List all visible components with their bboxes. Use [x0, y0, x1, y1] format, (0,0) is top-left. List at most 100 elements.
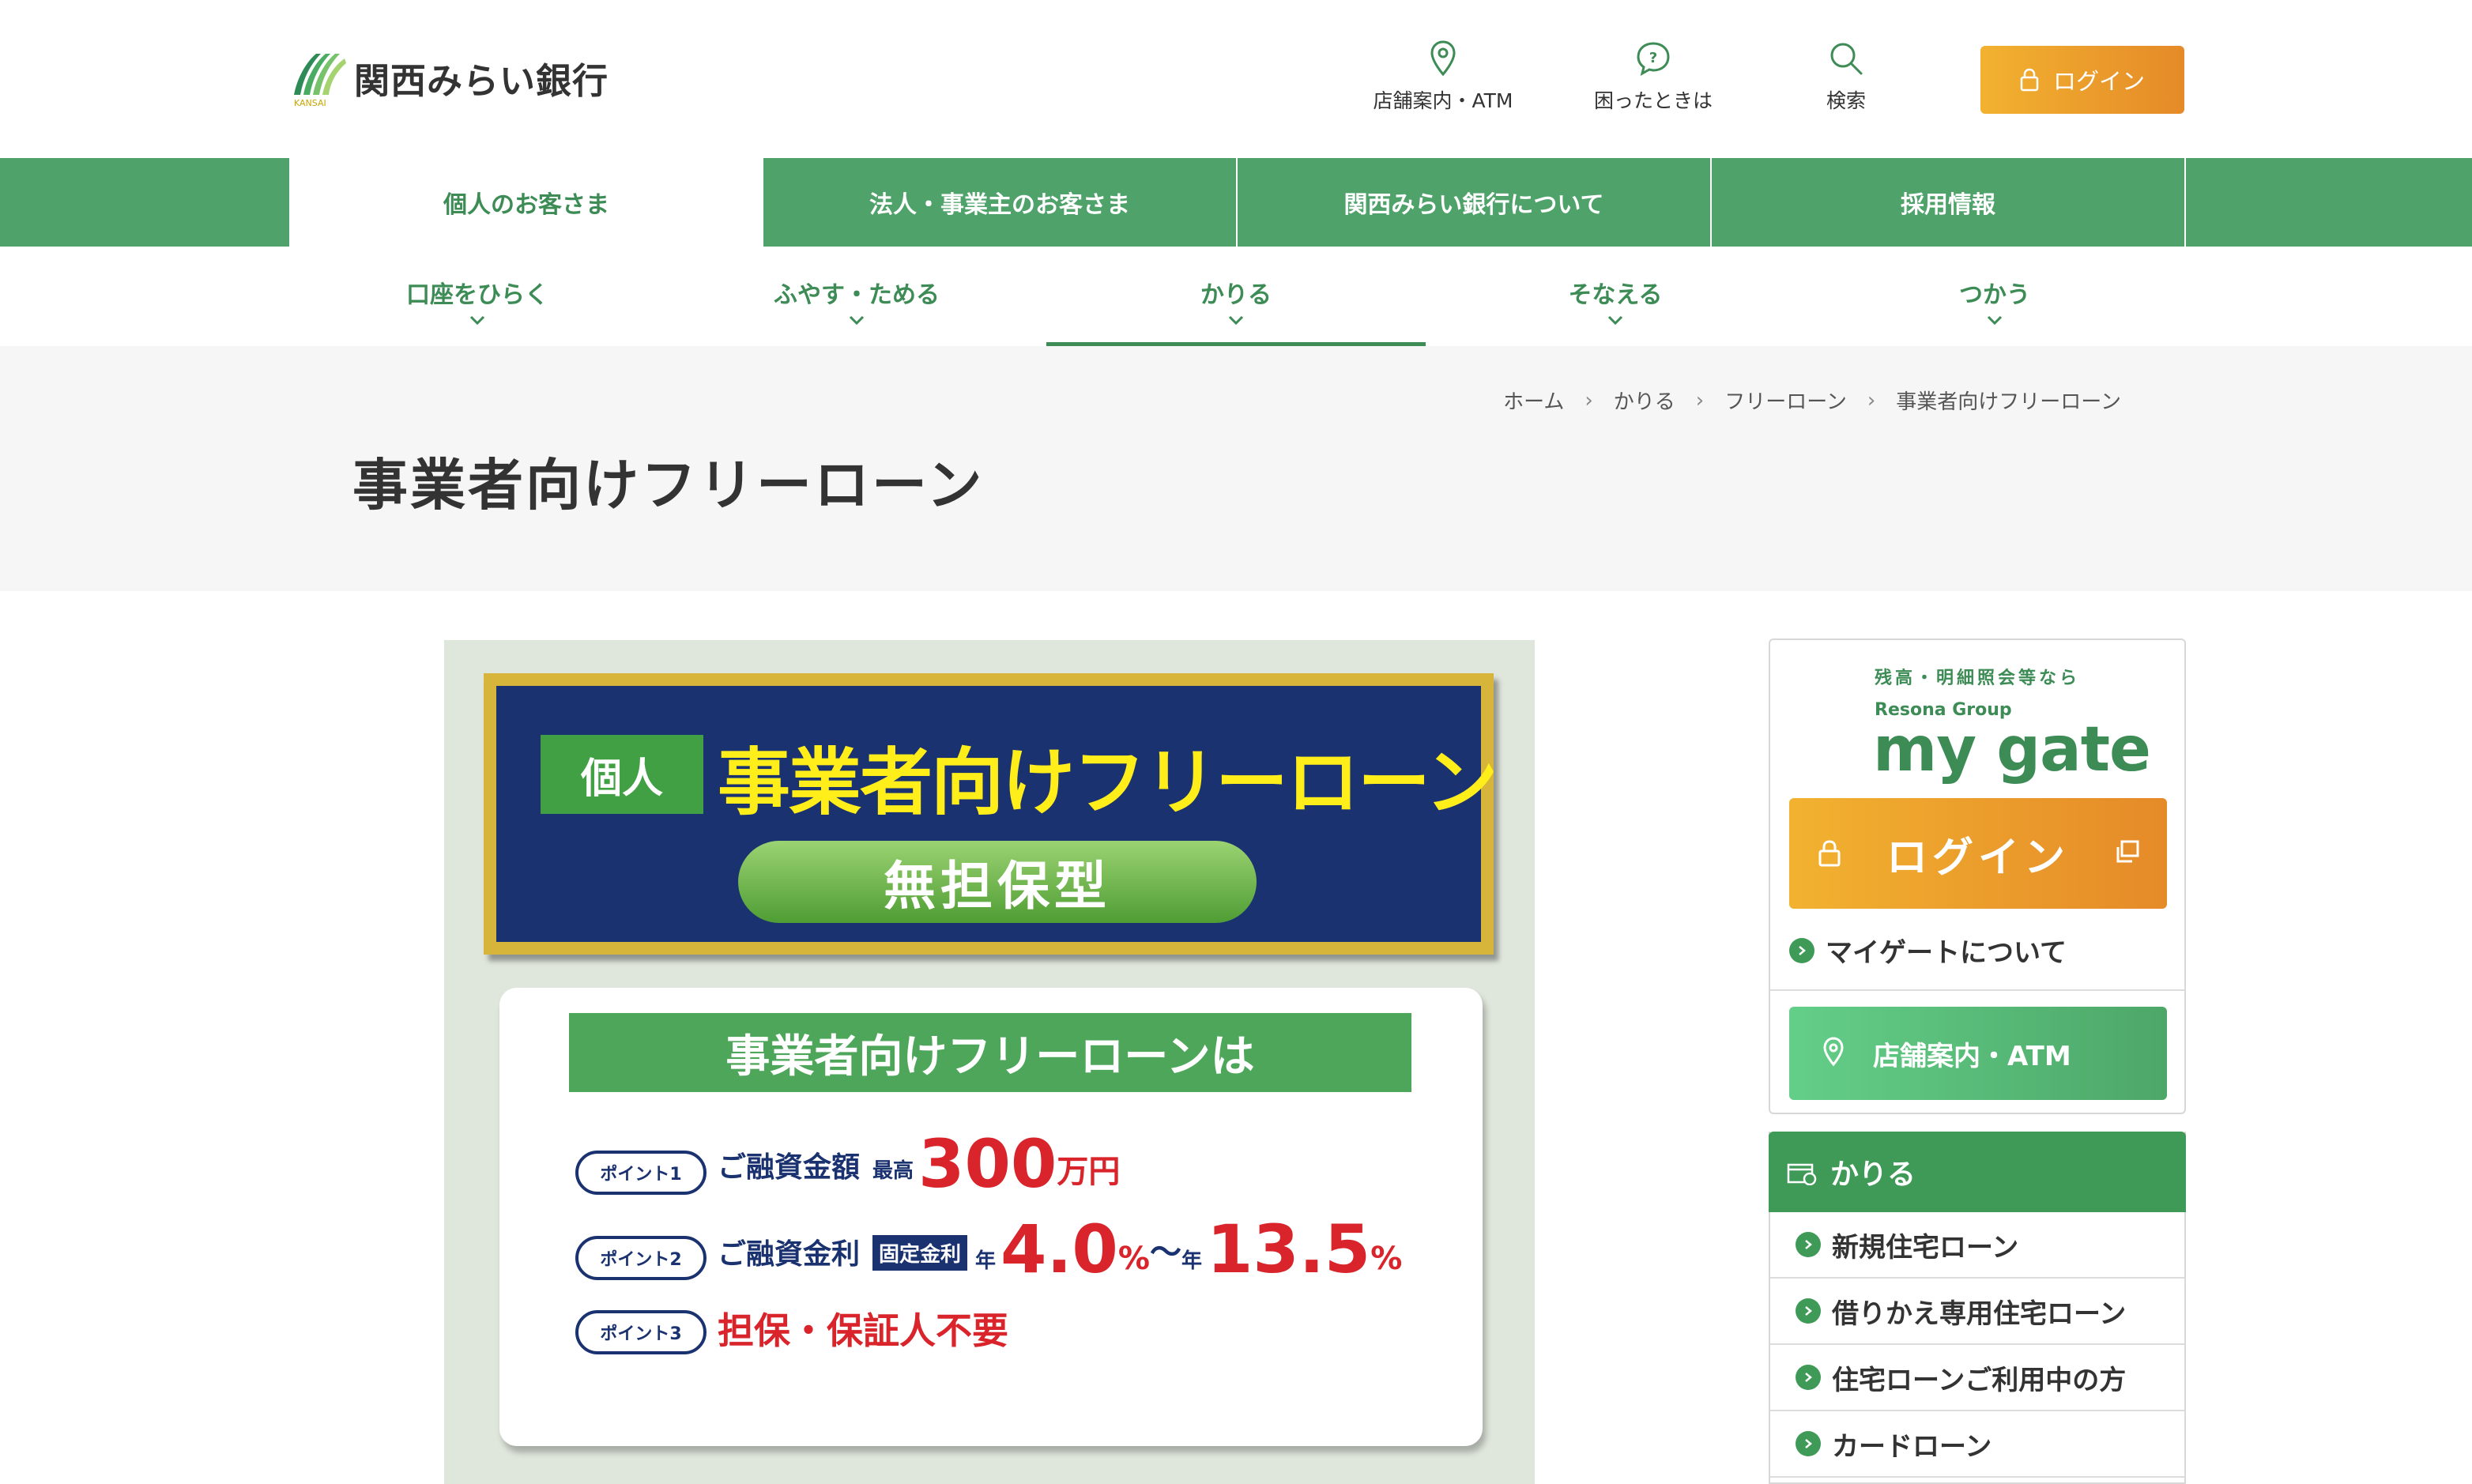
- search-link[interactable]: 検索: [1759, 40, 1933, 114]
- subnav-open-account-label: 口座をひらく: [406, 281, 548, 309]
- point-1-badge: ポイント1: [575, 1150, 707, 1195]
- breadcrumb: ホーム › かりる › フリーローン › 事業者向けフリーローン: [1503, 386, 2121, 415]
- store-atm-link[interactable]: 店舗案内・ATM: [1356, 40, 1530, 114]
- mygate-login-label: ログイン: [1886, 834, 2070, 882]
- gnav-about[interactable]: 関西みらい銀行について: [1238, 158, 1712, 247]
- side-nav-item-label: カードローン: [1832, 1430, 1992, 1463]
- personal-tag: 個人: [541, 735, 703, 814]
- banner-title: 事業者向けフリーローン: [718, 740, 1498, 825]
- side-nav-item-card-loan[interactable]: カードローン: [1770, 1411, 2184, 1478]
- side-nav-item-existing-housing[interactable]: 住宅ローンご利用中の方: [1770, 1345, 2184, 1411]
- point-2-pct-2: %: [1370, 1240, 1403, 1277]
- subnav-use-label: つかう: [1959, 281, 2030, 309]
- gnav-personal[interactable]: 個人のお客さま: [289, 158, 763, 247]
- mygate-panel: 残高・明細照会等なら Resona Group my gate ログイン マイゲ…: [1769, 638, 2186, 1114]
- point-3-text: 担保・保証人不要: [718, 1309, 1008, 1352]
- title-band: ホーム › かりる › フリーローン › 事業者向けフリーローン 事業者向けフリ…: [0, 346, 2472, 591]
- point-2-year-1: 年: [975, 1249, 997, 1273]
- mygate-about-link[interactable]: マイゲートについて: [1789, 931, 2067, 970]
- help-label: 困ったときは: [1593, 89, 1713, 112]
- breadcrumb-separator-icon: ›: [1585, 388, 1593, 412]
- store-atm-button-label: 店舗案内・ATM: [1873, 1040, 2071, 1072]
- point-2-rate-max: 13.5: [1206, 1211, 1371, 1288]
- page-title: 事業者向けフリーローン: [352, 453, 985, 518]
- point-1-unit: 万円: [1057, 1153, 1121, 1190]
- gnav-recruit[interactable]: 採用情報: [1712, 158, 2186, 247]
- mygate-tagline: 残高・明細照会等なら: [1874, 669, 2080, 688]
- arrow-circle-icon: [1796, 1365, 1821, 1390]
- sub-nav: 口座をひらく ふやす・ためる かりる そなえる つかう: [0, 247, 2472, 346]
- login-label: ログイン: [2052, 68, 2145, 95]
- mygate-about-label: マイゲートについて: [1826, 937, 2067, 969]
- side-nav-item-label: 住宅ローンご利用中の方: [1832, 1364, 2127, 1396]
- point-1-amount: 300: [918, 1125, 1057, 1203]
- point-2-year-2: 年: [1181, 1249, 1202, 1273]
- chevron-down-icon: [849, 315, 865, 326]
- gnav-corporate[interactable]: 法人・事業主のお客さま: [763, 158, 1238, 247]
- point-2-label: ご融資金利: [718, 1237, 861, 1271]
- store-atm-label: 店舗案内・ATM: [1373, 89, 1513, 112]
- svg-text:?: ?: [1649, 50, 1657, 66]
- subnav-prepare-label: そなえる: [1568, 281, 1663, 309]
- features-card: 事業者向けフリーローンは ポイント1 ご融資金額 最高 300 万円 ポイント2…: [499, 988, 1483, 1446]
- fixed-rate-box: 固定金利: [872, 1234, 968, 1271]
- bank-logo-icon: KANSAI: [294, 54, 346, 108]
- logo-kansai-text: KANSAI: [294, 98, 326, 108]
- divider: [1770, 989, 2184, 991]
- breadcrumb-separator-icon: ›: [1867, 388, 1876, 412]
- side-nav-item-label: 借りかえ専用住宅ローン: [1832, 1298, 2127, 1330]
- point-2-badge: ポイント2: [575, 1235, 707, 1280]
- global-nav: 個人のお客さま 法人・事業主のお客さま 関西みらい銀行について 採用情報: [0, 158, 2472, 247]
- lock-icon: [2020, 68, 2039, 92]
- login-button[interactable]: ログイン: [1980, 46, 2184, 114]
- help-link[interactable]: ? 困ったときは: [1566, 40, 1740, 114]
- borrow-icon: [1787, 1163, 1817, 1185]
- point-1-label: ご融資金額: [718, 1151, 861, 1184]
- side-nav-item-label: 新規住宅ローン: [1832, 1231, 2019, 1264]
- arrow-circle-icon: [1796, 1431, 1821, 1456]
- breadcrumb-home[interactable]: ホーム: [1503, 386, 1564, 415]
- location-pin-icon: [1430, 40, 1456, 77]
- side-nav-header: かりる: [1769, 1132, 2186, 1212]
- breadcrumb-borrow[interactable]: かりる: [1614, 386, 1675, 415]
- breadcrumb-current: 事業者向けフリーローン: [1896, 390, 2121, 414]
- help-bubble-icon: ?: [1637, 42, 1670, 76]
- lock-icon: [1818, 840, 1841, 867]
- product-banner: 個人 事業者向けフリーローン 無担保型 事業者向けフリーローンは ポイント1 ご…: [444, 640, 1535, 1484]
- banner-header-panel: 個人 事業者向けフリーローン 無担保型: [484, 673, 1498, 955]
- store-atm-button[interactable]: 店舗案内・ATM: [1789, 1007, 2167, 1100]
- point-2-row: ポイント2 ご融資金利 固定金利 年 4.0 % 〜 年 13.5 %: [575, 1211, 1403, 1288]
- subnav-prepare[interactable]: そなえる: [1426, 247, 1805, 346]
- point-1-row: ポイント1 ご融資金額 最高 300 万円: [575, 1125, 1121, 1203]
- subnav-borrow[interactable]: かりる: [1046, 247, 1426, 346]
- external-window-icon: [2116, 840, 2139, 863]
- bank-logo[interactable]: KANSAI 関西みらい銀行: [289, 46, 609, 109]
- unsecured-pill: 無担保型: [738, 841, 1257, 923]
- arrow-circle-icon: [1796, 1298, 1821, 1324]
- search-icon: [1830, 43, 1863, 75]
- chevron-down-icon: [469, 315, 485, 326]
- side-nav-title: かりる: [1830, 1158, 1916, 1191]
- location-pin-icon: [1823, 1037, 1844, 1067]
- arrow-circle-icon: [1796, 1232, 1821, 1257]
- side-nav: かりる 新規住宅ローン 借りかえ専用住宅ローン 住宅ローンご利用中の方 カードロ…: [1769, 1132, 2186, 1484]
- breadcrumb-free-loan[interactable]: フリーローン: [1724, 386, 1847, 415]
- point-1-max: 最高: [872, 1158, 914, 1183]
- point-3-row: ポイント3 担保・保証人不要: [575, 1302, 1008, 1354]
- breadcrumb-separator-icon: ›: [1695, 388, 1705, 412]
- subnav-use[interactable]: つかう: [1805, 247, 2184, 346]
- chevron-down-icon: [1607, 315, 1623, 326]
- side-nav-item-new-housing[interactable]: 新規住宅ローン: [1770, 1212, 2184, 1279]
- mygate-login-button[interactable]: ログイン: [1789, 798, 2167, 909]
- subnav-save[interactable]: ふやす・ためる: [667, 247, 1046, 346]
- bank-name: 関西みらい銀行: [354, 59, 609, 102]
- chevron-down-icon: [1987, 315, 2003, 326]
- subnav-open-account[interactable]: 口座をひらく: [288, 247, 667, 346]
- point-3-badge: ポイント3: [575, 1310, 707, 1354]
- site-header: KANSAI 関西みらい銀行 店舗案内・ATM ? 困ったときは 検索 ログイン: [0, 0, 2472, 158]
- subnav-save-label: ふやす・ためる: [774, 281, 940, 309]
- side-nav-item-refinance[interactable]: 借りかえ専用住宅ローン: [1770, 1279, 2184, 1345]
- point-2-rate-min: 4.0: [1000, 1211, 1118, 1288]
- point-2-tilde: 〜: [1149, 1234, 1181, 1271]
- subnav-borrow-label: かりる: [1200, 281, 1272, 309]
